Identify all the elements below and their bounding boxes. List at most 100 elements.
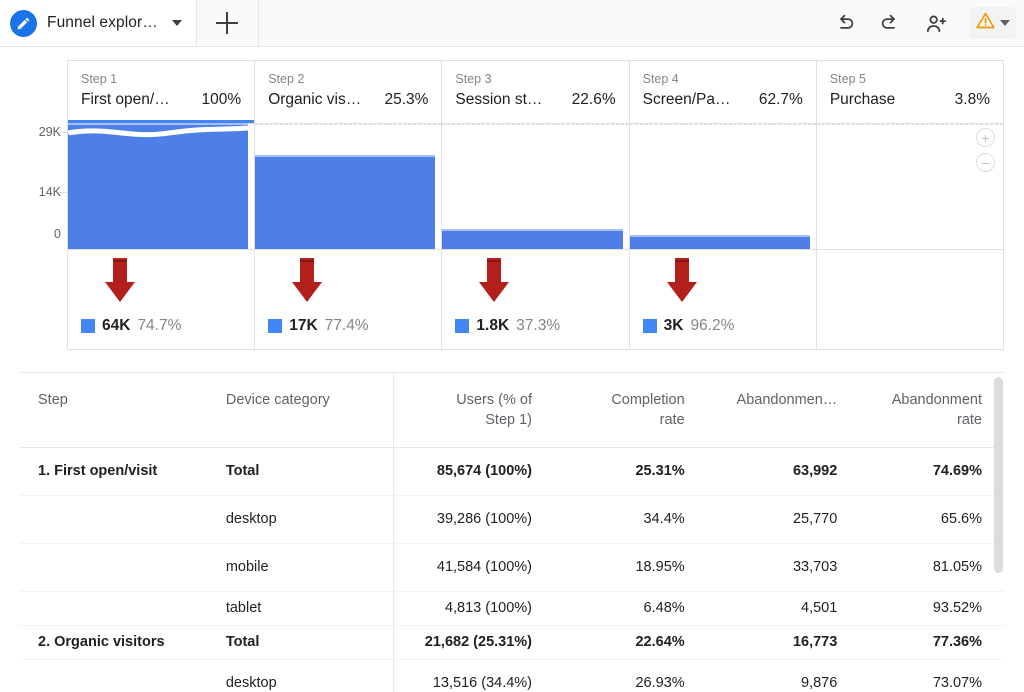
cell-step [20, 592, 212, 626]
cell-completion-rate: 6.48% [546, 592, 699, 626]
step-percentage: 25.3% [378, 91, 428, 109]
cell-completion-rate: 34.4% [546, 496, 699, 544]
abandonment-legend: 3K 96.2% [643, 317, 735, 335]
cell-device: Total [212, 448, 394, 496]
step-name: Session st… [455, 91, 542, 109]
cell-abandonment-rate: 73.07% [851, 660, 1004, 692]
legend-swatch [268, 319, 282, 333]
funnel-bar[interactable] [68, 123, 248, 249]
table-head: Step Device category Users (% of Step 1)… [20, 373, 1004, 448]
legend-swatch [643, 319, 657, 333]
step-header[interactable]: Step 1 First open/… 100% [68, 61, 254, 123]
step-number-label: Step 1 [81, 72, 241, 87]
abandonment-legend: 1.8K 37.3% [455, 317, 560, 335]
table-row[interactable]: 2. Organic visitors Total 21,682 (25.31%… [20, 626, 1004, 660]
table-vertical-scrollbar[interactable] [994, 377, 1003, 573]
cell-completion-rate: 22.64% [546, 626, 699, 660]
chevron-down-icon[interactable] [172, 20, 182, 26]
column-header-completion-rate[interactable]: Completion rate [546, 373, 699, 448]
undo-icon[interactable] [829, 8, 859, 38]
abandonment-percentage: 74.7% [137, 317, 181, 335]
cell-step [20, 660, 212, 692]
abandonment-percentage: 77.4% [325, 317, 369, 335]
y-tick-label: 14K [19, 185, 61, 199]
abandonment-percentage: 96.2% [690, 317, 734, 335]
add-tab-button[interactable] [197, 0, 259, 46]
funnel-steps-container: Step 1 First open/… 100% [67, 60, 1004, 350]
down-arrow-icon [665, 291, 699, 308]
step-number-label: Step 5 [830, 72, 990, 87]
zoom-out-icon[interactable]: − [976, 153, 995, 172]
step-number-label: Step 4 [643, 72, 803, 87]
step-number-label: Step 3 [455, 72, 615, 87]
cell-device: desktop [212, 660, 394, 692]
step-percentage: 62.7% [753, 91, 803, 109]
funnel-step-5[interactable]: Step 5 Purchase 3.8% [817, 61, 1003, 349]
down-arrow-icon [477, 291, 511, 308]
redo-icon[interactable] [875, 8, 905, 38]
cell-completion-rate: 18.95% [546, 544, 699, 592]
toolbar-spacer [259, 0, 829, 46]
zoom-in-icon[interactable]: + [976, 128, 995, 147]
column-header-abandonment-rate[interactable]: Abandonment rate [851, 373, 1004, 448]
cell-users: 41,584 (100%) [393, 544, 546, 592]
step-plot-area [442, 123, 628, 249]
funnel-step-4[interactable]: Step 4 Screen/Pa… 62.7% [630, 61, 817, 349]
gridline [630, 124, 816, 125]
table-row[interactable]: desktop 13,516 (34.4%) 26.93% 9,876 73.0… [20, 660, 1004, 692]
step-header[interactable]: Step 3 Session st… 22.6% [442, 61, 628, 123]
column-header-abandonments[interactable]: Abandonmen… [699, 373, 852, 448]
cell-completion-rate: 26.93% [546, 660, 699, 692]
cell-abandonments: 4,501 [699, 592, 852, 626]
cell-abandonments: 16,773 [699, 626, 852, 660]
step-header[interactable]: Step 4 Screen/Pa… 62.7% [630, 61, 816, 123]
abandonment-value: 17K [289, 317, 317, 335]
chevron-down-icon[interactable] [1000, 20, 1010, 26]
step-header[interactable]: Step 2 Organic vis… 25.3% [255, 61, 441, 123]
cell-abandonments: 63,992 [699, 448, 852, 496]
cell-abandonment-rate: 81.05% [851, 544, 1004, 592]
column-header-users[interactable]: Users (% of Step 1) [393, 373, 546, 448]
step-abandonment-area: 3K 96.2% [630, 249, 816, 349]
cell-step: 1. First open/visit [20, 448, 212, 496]
column-header-device-category[interactable]: Device category [212, 373, 394, 448]
column-header-step[interactable]: Step [20, 373, 212, 448]
cell-device: desktop [212, 496, 394, 544]
cell-device: tablet [212, 592, 394, 626]
gridline [442, 124, 628, 125]
table-row[interactable]: tablet 4,813 (100%) 6.48% 4,501 93.52% [20, 592, 1004, 626]
abandonment-legend: 17K 77.4% [268, 317, 368, 335]
step-plot-area [68, 123, 254, 249]
step-percentage: 3.8% [949, 91, 990, 109]
add-person-icon[interactable] [921, 8, 951, 38]
data-table: Step Device category Users (% of Step 1)… [20, 373, 1004, 692]
tab-funnel-exploration[interactable]: Funnel explor… [0, 0, 197, 46]
funnel-step-3[interactable]: Step 3 Session st… 22.6% [442, 61, 629, 349]
funnel-bar[interactable] [442, 229, 622, 249]
gridline [255, 124, 441, 125]
y-tick-label: 0 [19, 227, 61, 241]
chart-zoom-controls: + − [976, 128, 995, 172]
warning-status-button[interactable] [969, 7, 1016, 39]
cell-abandonments: 33,703 [699, 544, 852, 592]
step-percentage: 22.6% [566, 91, 616, 109]
legend-swatch [81, 319, 95, 333]
y-tick-mark [58, 192, 67, 193]
pencil-icon [10, 10, 37, 37]
funnel-step-1[interactable]: Step 1 First open/… 100% [68, 61, 255, 349]
cell-users: 39,286 (100%) [393, 496, 546, 544]
y-axis: 29K 14K 0 [20, 122, 67, 248]
table-row[interactable]: 1. First open/visit Total 85,674 (100%) … [20, 448, 1004, 496]
funnel-bar[interactable] [630, 235, 810, 249]
table-row[interactable]: desktop 39,286 (100%) 34.4% 25,770 65.6% [20, 496, 1004, 544]
funnel-step-2[interactable]: Step 2 Organic vis… 25.3% [255, 61, 442, 349]
step-name: Screen/Pa… [643, 91, 731, 109]
table-row[interactable]: mobile 41,584 (100%) 18.95% 33,703 81.05… [20, 544, 1004, 592]
warning-triangle-icon [975, 10, 996, 36]
cell-abandonment-rate: 74.69% [851, 448, 1004, 496]
step-header[interactable]: Step 5 Purchase 3.8% [817, 61, 1003, 123]
funnel-bar[interactable] [255, 155, 435, 249]
cell-abandonment-rate: 77.36% [851, 626, 1004, 660]
plus-icon [216, 12, 238, 34]
cell-step [20, 496, 212, 544]
